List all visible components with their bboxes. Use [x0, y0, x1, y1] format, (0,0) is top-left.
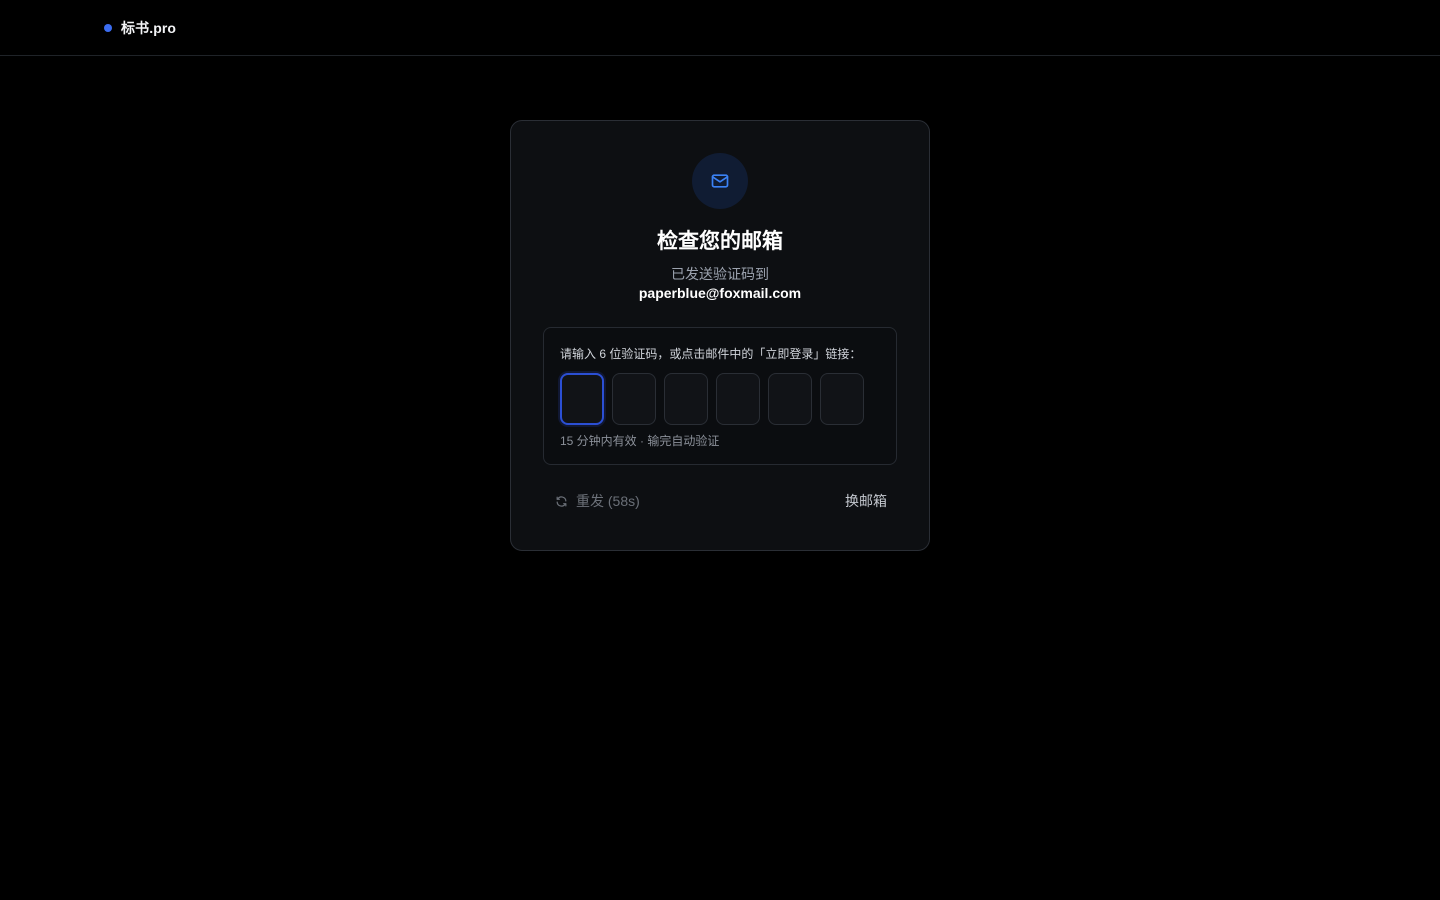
- brand-dot-icon: [104, 24, 112, 32]
- action-row: 重发 (58s) 换邮箱: [555, 491, 887, 511]
- resend-button[interactable]: 重发 (58s): [555, 491, 640, 511]
- page-title: 检查您的邮箱: [657, 230, 783, 253]
- top-bar: 标书.pro: [0, 0, 1440, 56]
- email-address: paperblue@foxmail.com: [638, 285, 802, 301]
- brand-logo[interactable]: 标书.pro: [104, 18, 176, 38]
- code-digit-1[interactable]: [560, 373, 604, 425]
- change-email-button[interactable]: 换邮箱: [845, 491, 887, 511]
- mail-icon-badge: [692, 153, 748, 209]
- code-digit-5[interactable]: [768, 373, 812, 425]
- code-panel: 请输入 6 位验证码，或点击邮件中的「立即登录」链接： 15 分钟内有效 · 输…: [543, 327, 897, 465]
- code-digit-4[interactable]: [716, 373, 760, 425]
- code-digit-3[interactable]: [664, 373, 708, 425]
- brand-name: 标书.pro: [121, 20, 177, 36]
- refresh-icon: [556, 495, 567, 507]
- resend-label: 重发 (58s): [576, 493, 640, 509]
- code-validity-hint: 15 分钟内有效 · 输完自动验证: [560, 434, 720, 448]
- code-instruction: 请输入 6 位验证码，或点击邮件中的「立即登录」链接：: [560, 347, 862, 361]
- code-digit-2[interactable]: [612, 373, 656, 425]
- sent-to-text: 已发送验证码到: [671, 266, 769, 282]
- verify-email-card: 检查您的邮箱 已发送验证码到 paperblue@foxmail.com 请输入…: [510, 120, 930, 551]
- mail-icon: [711, 174, 729, 188]
- code-input-row: [560, 373, 864, 425]
- code-digit-6[interactable]: [820, 373, 864, 425]
